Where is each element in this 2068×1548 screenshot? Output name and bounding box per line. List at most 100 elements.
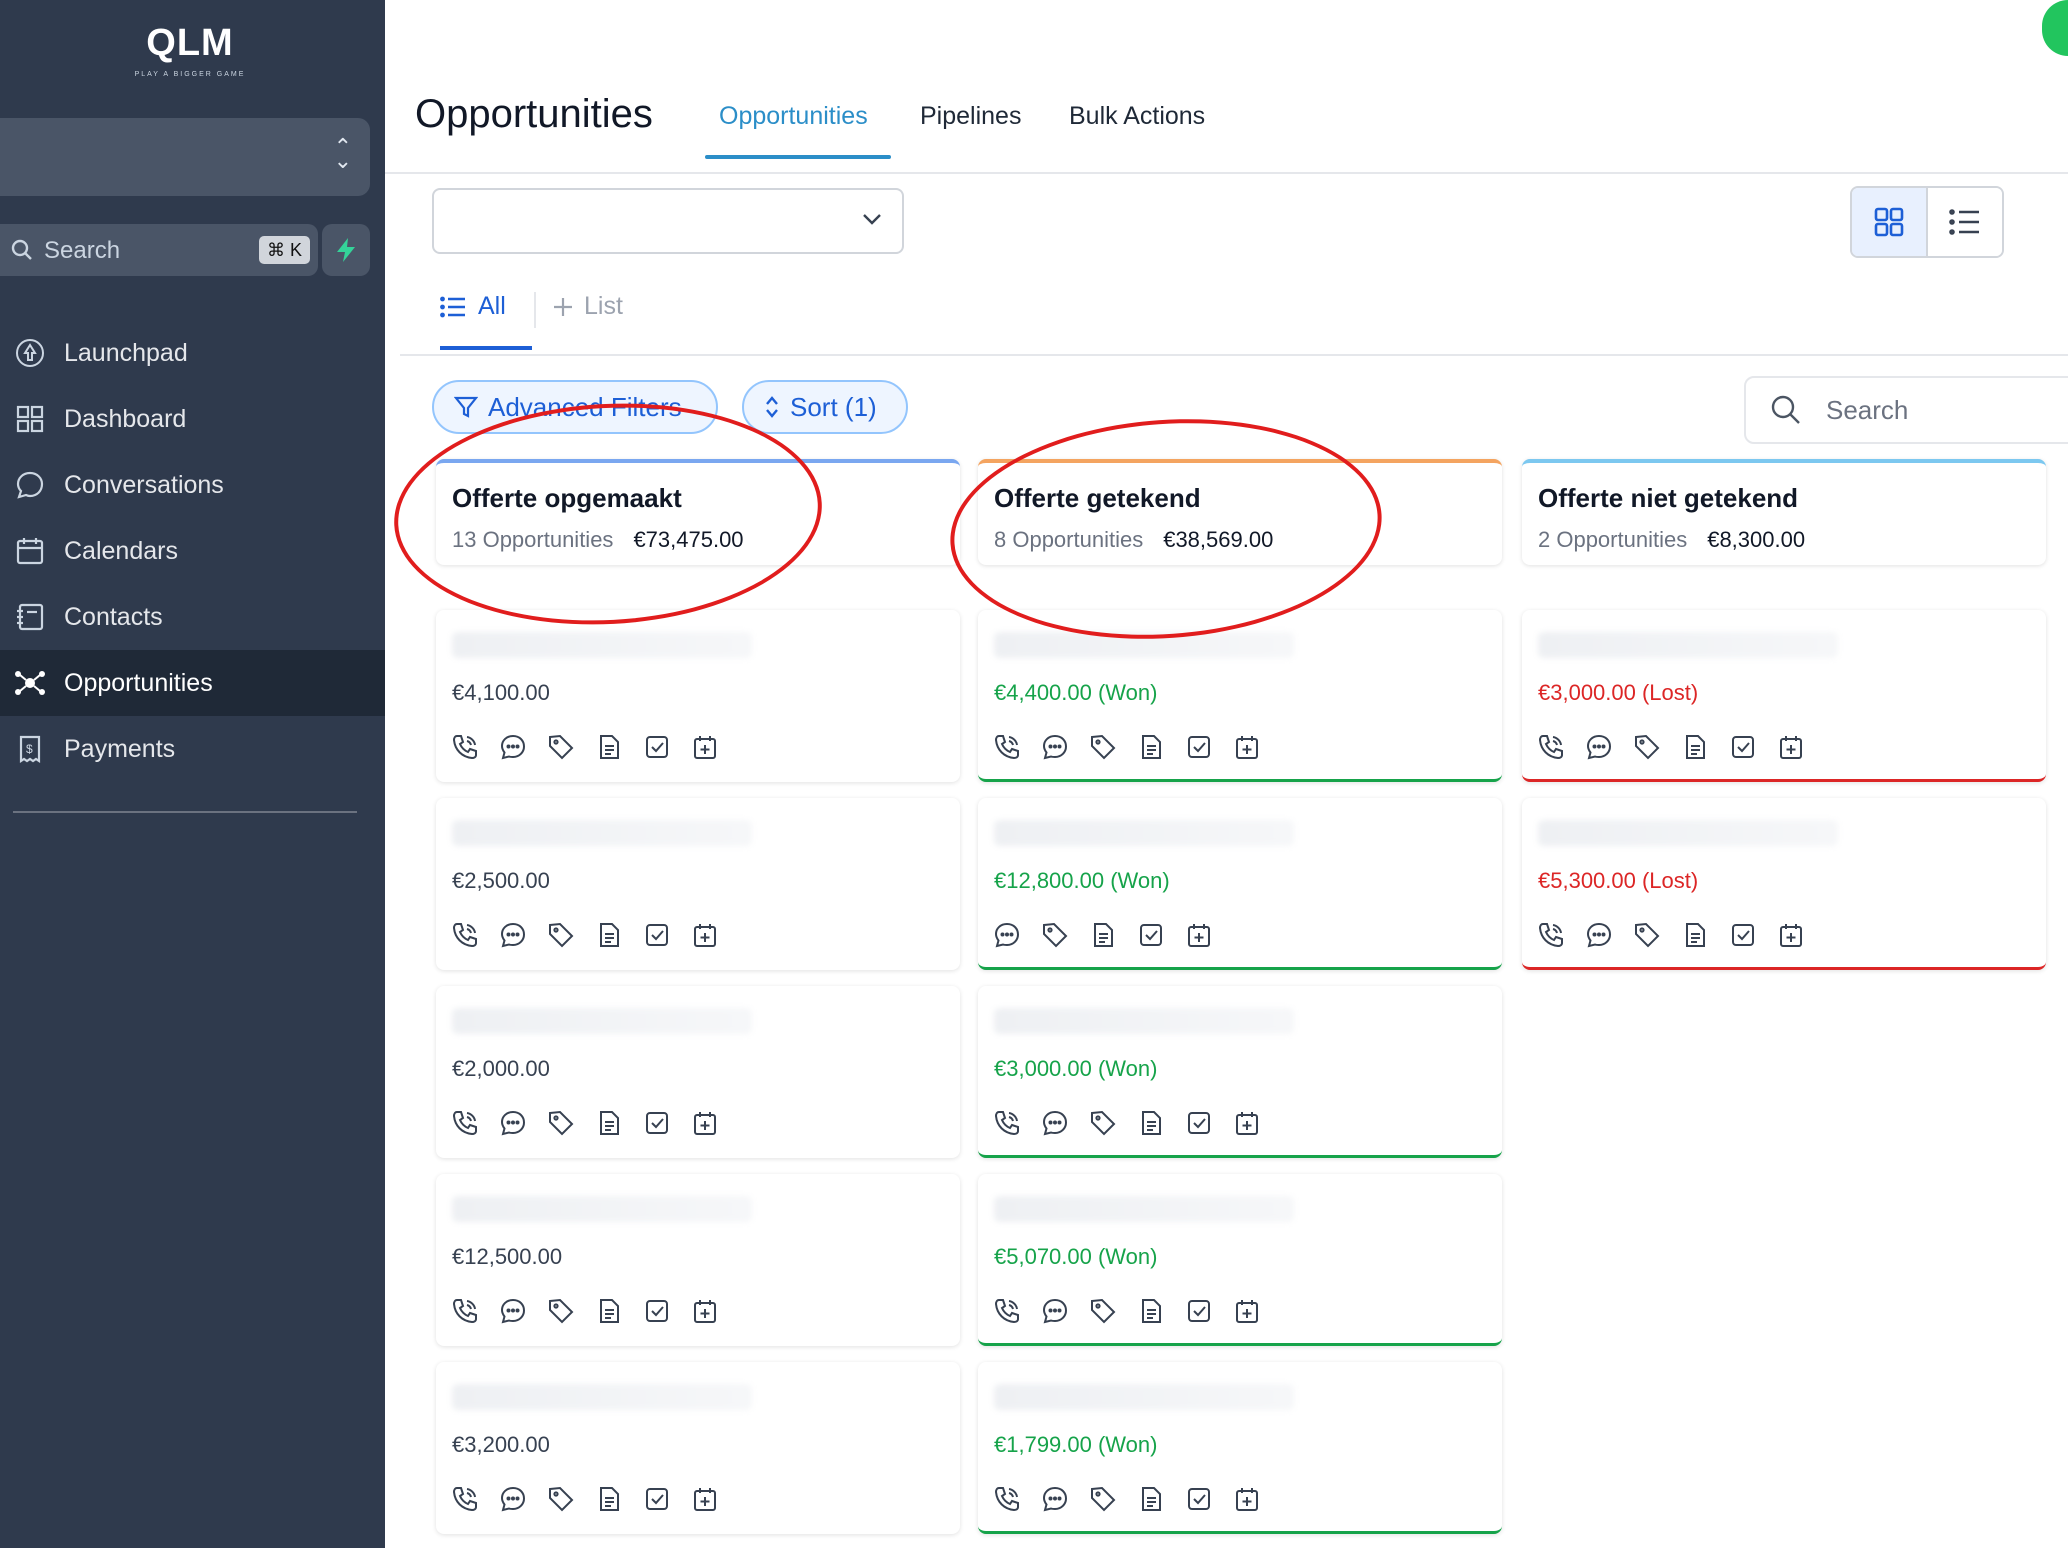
list-view-button[interactable] [1928, 188, 2002, 256]
opportunity-card[interactable]: €12,500.00 [436, 1174, 960, 1346]
task-icon[interactable] [1136, 920, 1166, 950]
company-logo[interactable]: QLM PLAY A BIGGER GAME [130, 22, 250, 92]
note-icon[interactable] [594, 1108, 624, 1138]
call-icon[interactable] [450, 1108, 480, 1138]
appointment-icon[interactable] [690, 1484, 720, 1514]
task-icon[interactable] [642, 1296, 672, 1326]
note-icon[interactable] [594, 920, 624, 950]
note-icon[interactable] [1088, 920, 1118, 950]
tab-pipelines[interactable]: Pipelines [920, 102, 1021, 131]
tag-icon[interactable] [546, 1296, 576, 1326]
sidebar-item-contacts[interactable]: Contacts [0, 584, 385, 650]
appointment-icon[interactable] [1232, 1484, 1262, 1514]
task-icon[interactable] [1184, 1108, 1214, 1138]
tag-icon[interactable] [546, 732, 576, 762]
message-icon[interactable] [498, 1108, 528, 1138]
board-view-button[interactable] [1852, 188, 1928, 256]
opportunity-card[interactable]: €3,000.00 (Lost) [1522, 610, 2046, 782]
message-icon[interactable] [1040, 1296, 1070, 1326]
opportunity-card[interactable]: €2,500.00 [436, 798, 960, 970]
call-icon[interactable] [450, 920, 480, 950]
tag-icon[interactable] [1088, 732, 1118, 762]
appointment-icon[interactable] [690, 1108, 720, 1138]
task-icon[interactable] [642, 920, 672, 950]
tag-icon[interactable] [546, 1108, 576, 1138]
advanced-filters-button[interactable]: Advanced Filters [432, 380, 718, 434]
appointment-icon[interactable] [1776, 732, 1806, 762]
message-icon[interactable] [498, 1296, 528, 1326]
call-icon[interactable] [992, 1108, 1022, 1138]
note-icon[interactable] [1680, 732, 1710, 762]
subtab-all[interactable]: All [440, 292, 506, 321]
opportunity-card[interactable]: €3,200.00 [436, 1362, 960, 1534]
appointment-icon[interactable] [690, 1296, 720, 1326]
tag-icon[interactable] [1632, 920, 1662, 950]
sidebar-item-opportunities[interactable]: Opportunities [0, 650, 385, 716]
task-icon[interactable] [642, 1484, 672, 1514]
appointment-icon[interactable] [1184, 920, 1214, 950]
location-switcher[interactable]: ⌃ ⌄ [0, 118, 370, 196]
appointment-icon[interactable] [1232, 1108, 1262, 1138]
opportunity-card[interactable]: €3,000.00 (Won) [978, 986, 1502, 1158]
appointment-icon[interactable] [690, 920, 720, 950]
task-icon[interactable] [642, 1108, 672, 1138]
sidebar-item-conversations[interactable]: Conversations [0, 452, 385, 518]
tag-icon[interactable] [1088, 1484, 1118, 1514]
note-icon[interactable] [1136, 1108, 1166, 1138]
sort-button[interactable]: Sort (1) [742, 380, 908, 434]
task-icon[interactable] [1728, 920, 1758, 950]
tag-icon[interactable] [1088, 1296, 1118, 1326]
appointment-icon[interactable] [1232, 1296, 1262, 1326]
task-icon[interactable] [1728, 732, 1758, 762]
tag-icon[interactable] [1088, 1108, 1118, 1138]
board-search-input[interactable]: Search [1744, 376, 2068, 444]
opportunity-card[interactable]: €2,000.00 [436, 986, 960, 1158]
task-icon[interactable] [1184, 1484, 1214, 1514]
opportunity-card[interactable]: €12,800.00 (Won) [978, 798, 1502, 970]
appointment-icon[interactable] [690, 732, 720, 762]
tag-icon[interactable] [546, 920, 576, 950]
add-list-button[interactable]: List [552, 292, 623, 321]
tag-icon[interactable] [546, 1484, 576, 1514]
call-icon[interactable] [1536, 732, 1566, 762]
opportunity-card[interactable]: €5,300.00 (Lost) [1522, 798, 2046, 970]
note-icon[interactable] [594, 1484, 624, 1514]
opportunity-card[interactable]: €4,100.00 [436, 610, 960, 782]
message-icon[interactable] [1584, 732, 1614, 762]
appointment-icon[interactable] [1232, 732, 1262, 762]
sidebar-item-calendars[interactable]: Calendars [0, 518, 385, 584]
note-icon[interactable] [1680, 920, 1710, 950]
sidebar-item-payments[interactable]: $ Payments [0, 716, 385, 782]
call-icon[interactable] [992, 1484, 1022, 1514]
note-icon[interactable] [1136, 732, 1166, 762]
message-icon[interactable] [498, 1484, 528, 1514]
message-icon[interactable] [498, 920, 528, 950]
message-icon[interactable] [992, 920, 1022, 950]
tag-icon[interactable] [1632, 732, 1662, 762]
opportunity-card[interactable]: €1,799.00 (Won) [978, 1362, 1502, 1534]
note-icon[interactable] [1136, 1296, 1166, 1326]
opportunity-card[interactable]: €5,070.00 (Won) [978, 1174, 1502, 1346]
message-icon[interactable] [1040, 1484, 1070, 1514]
call-icon[interactable] [450, 1296, 480, 1326]
sidebar-item-dashboard[interactable]: Dashboard [0, 386, 385, 452]
message-icon[interactable] [1040, 732, 1070, 762]
note-icon[interactable] [594, 732, 624, 762]
message-icon[interactable] [498, 732, 528, 762]
tag-icon[interactable] [1040, 920, 1070, 950]
sidebar-item-launchpad[interactable]: Launchpad [0, 320, 385, 386]
tab-opportunities[interactable]: Opportunities [719, 102, 868, 131]
tab-bulk-actions[interactable]: Bulk Actions [1069, 102, 1205, 131]
note-icon[interactable] [594, 1296, 624, 1326]
pipeline-select[interactable] [432, 188, 904, 254]
sidebar-search[interactable]: Search ⌘ K [0, 224, 318, 276]
task-icon[interactable] [1184, 1296, 1214, 1326]
appointment-icon[interactable] [1776, 920, 1806, 950]
call-icon[interactable] [992, 732, 1022, 762]
call-icon[interactable] [450, 1484, 480, 1514]
message-icon[interactable] [1584, 920, 1614, 950]
call-icon[interactable] [450, 732, 480, 762]
task-icon[interactable] [642, 732, 672, 762]
call-icon[interactable] [992, 1296, 1022, 1326]
message-icon[interactable] [1040, 1108, 1070, 1138]
